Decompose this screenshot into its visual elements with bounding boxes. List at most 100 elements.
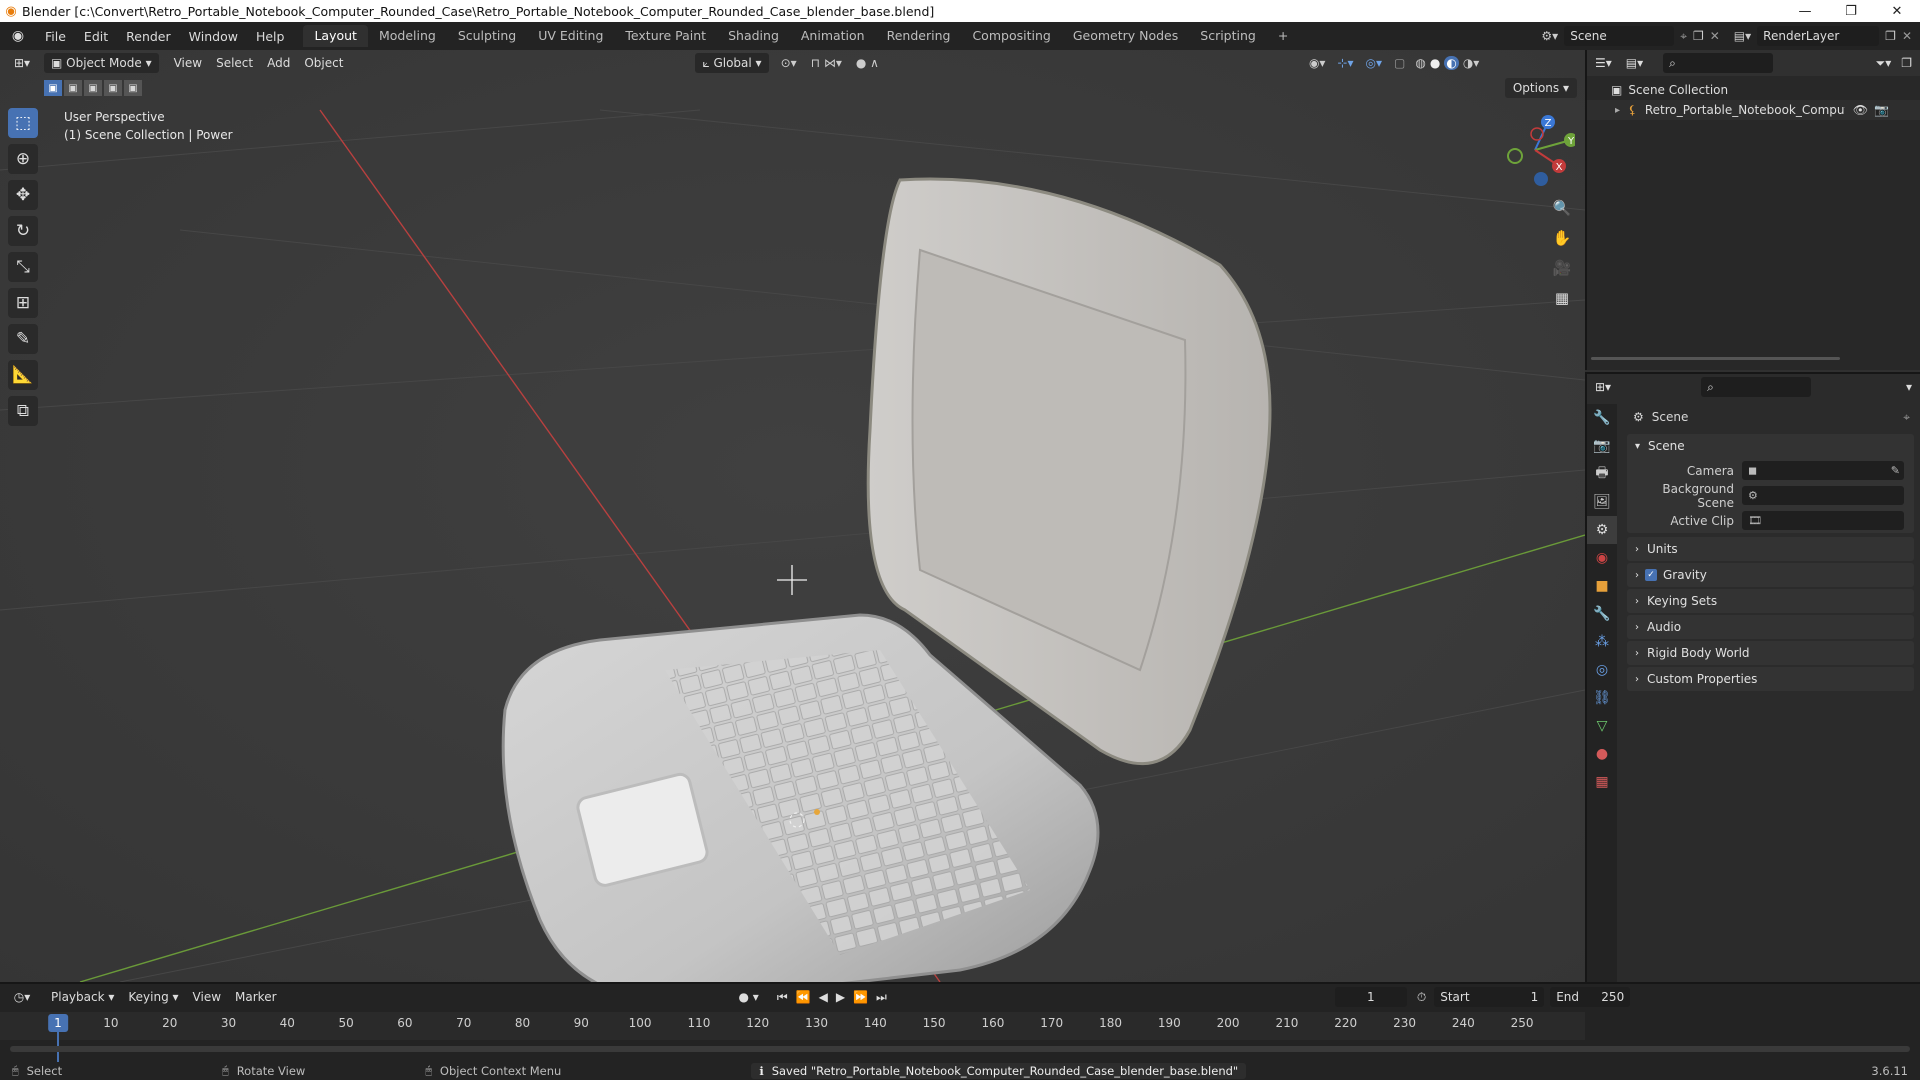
scene-selector[interactable]: Scene [1564,26,1675,46]
properties-search-input[interactable]: ⌕ [1701,377,1812,397]
display-mode-icon[interactable]: ▤▾ [1626,56,1643,70]
annotate-icon[interactable]: ✎ [8,324,38,354]
panel-scene-header[interactable]: ▾ Scene [1627,434,1914,458]
menu-keying[interactable]: Keying ▾ [121,987,185,1007]
menu-select[interactable]: Select [209,53,260,73]
panel-audio[interactable]: › Audio [1627,615,1914,639]
panel-custom-properties[interactable]: › Custom Properties [1627,667,1914,691]
constraints-tab-icon[interactable]: ⛓ [1587,684,1617,712]
select-new-icon[interactable]: ▣ [44,80,62,96]
tool-tab-icon[interactable]: 🔧 [1587,404,1617,432]
cursor-icon[interactable]: ⊕ [8,144,38,174]
menu-marker[interactable]: Marker [228,987,283,1007]
pin-icon[interactable]: ⌖ [1903,410,1910,425]
panel-keying-sets[interactable]: › Keying Sets [1627,589,1914,613]
measure-icon[interactable]: 📐 [8,360,38,390]
chevron-down-icon[interactable]: ▾ [1906,380,1912,394]
select-extend-icon[interactable]: ▣ [64,80,82,96]
snap-icon[interactable]: ⊓ ⋈▾ [811,56,842,70]
gravity-checkbox[interactable]: ✓ [1645,569,1657,581]
panel-units[interactable]: › Units [1627,537,1914,561]
select-intersect-icon[interactable]: ▣ [124,80,142,96]
gizmo-neg-z-icon[interactable] [1534,172,1548,186]
tab-modeling[interactable]: Modeling [368,25,447,47]
menu-view[interactable]: View [167,53,209,73]
mode-selector[interactable]: ▣ Object Mode ▾ [44,53,159,73]
move-icon[interactable]: ✥ [8,180,38,210]
scale-icon[interactable]: ⤡ [8,252,38,282]
background-scene-field[interactable]: ⚙ [1742,486,1904,505]
select-box-icon[interactable]: ⬚ [8,108,38,138]
grid-view-icon[interactable]: ▦ [1549,285,1575,311]
tab-sculpting[interactable]: Sculpting [447,25,527,47]
navigation-gizmo[interactable]: Z Y X [1495,110,1575,190]
orientation-selector[interactable]: ⟀ Global ▾ [695,53,769,73]
menu-object[interactable]: Object [297,53,350,73]
pin-icon[interactable]: ⌖ [1680,29,1687,44]
active-clip-field[interactable]: 🎞 [1742,511,1904,530]
camera-view-icon[interactable]: 🎥 [1549,255,1575,281]
add-cube-icon[interactable]: ⧉ [8,396,38,426]
tab-scripting[interactable]: Scripting [1189,25,1267,47]
jump-end-icon[interactable]: ⏭ [876,990,887,1005]
visibility-icon[interactable]: ◉▾ [1309,56,1326,70]
render-tab-icon[interactable]: 📷 [1587,432,1617,460]
proportional-edit-icon[interactable]: ● ∧ [856,56,879,70]
tab-geometry-nodes[interactable]: Geometry Nodes [1062,25,1189,47]
menu-render[interactable]: Render [117,29,180,44]
maximize-button[interactable]: ❐ [1828,0,1874,22]
timeline-editor-icon[interactable]: ◷▾ [0,990,44,1004]
rotate-icon[interactable]: ↻ [8,216,38,246]
outliner-search-input[interactable]: ⌕ [1663,53,1774,73]
menu-help[interactable]: Help [247,29,294,44]
delete-scene-icon[interactable]: ✕ [1710,29,1720,43]
view-layer-icon[interactable]: ▤▾ [1734,29,1751,43]
world-tab-icon[interactable]: ◉ [1587,544,1617,572]
texture-tab-icon[interactable]: ▦ [1587,768,1617,796]
eye-icon[interactable]: 👁 [1853,103,1868,117]
physics-tab-icon[interactable]: ◎ [1587,656,1617,684]
tab-animation[interactable]: Animation [790,25,876,47]
scene-tab-icon[interactable]: ⚙ [1587,516,1617,544]
blender-menu-icon[interactable]: ◉ [0,28,36,44]
timeline-scrollbar[interactable] [10,1046,1910,1052]
outliner-editor-icon[interactable]: ☰▾ [1595,56,1612,70]
outliner-item[interactable]: ▸ ⚸ Retro_Portable_Notebook_Computer_Rc … [1587,100,1920,120]
jump-keyframe-forward-icon[interactable]: ⏩ [853,990,868,1004]
new-scene-icon[interactable]: ❐ [1693,29,1704,43]
delete-view-layer-icon[interactable]: ✕ [1902,29,1912,43]
end-frame-field[interactable]: End 250 [1550,987,1631,1007]
menu-add[interactable]: Add [260,53,297,73]
tab-shading[interactable]: Shading [717,25,790,47]
outliner-scrollbar[interactable] [1591,357,1840,360]
panel-gravity[interactable]: › ✓ Gravity [1627,563,1914,587]
jump-keyframe-back-icon[interactable]: ⏪ [796,990,811,1004]
object-tab-icon[interactable]: ■ [1587,572,1617,600]
gizmo-neg-x-icon[interactable] [1530,127,1544,141]
start-frame-field[interactable]: Start 1 [1434,987,1545,1007]
add-workspace-button[interactable]: + [1267,25,1299,47]
tab-texture-paint[interactable]: Texture Paint [614,25,717,47]
tab-rendering[interactable]: Rendering [876,25,962,47]
gizmo-neg-y-icon[interactable] [1507,148,1523,164]
output-tab-icon[interactable]: 🖶 [1587,460,1617,488]
pivot-icon[interactable]: ⊙▾ [781,56,797,70]
current-frame-field[interactable]: 1 [1334,987,1407,1007]
particles-tab-icon[interactable]: ⁂ [1587,628,1617,656]
menu-playback[interactable]: Playback ▾ [44,987,121,1007]
menu-edit[interactable]: Edit [75,29,117,44]
material-tab-icon[interactable]: ● [1587,740,1617,768]
panel-rigid-body-world[interactable]: › Rigid Body World [1627,641,1914,665]
minimize-button[interactable]: — [1782,0,1828,22]
play-reverse-icon[interactable]: ◀ [819,990,828,1004]
transform-icon[interactable]: ⊞ [8,288,38,318]
zoom-icon[interactable]: 🔍 [1549,195,1575,221]
eyedropper-icon[interactable]: ✎ [1891,464,1900,477]
new-collection-icon[interactable]: ❐ [1901,56,1912,70]
render-camera-icon[interactable]: 📷 [1874,103,1889,117]
close-button[interactable]: ✕ [1874,0,1920,22]
viewport-scene[interactable] [0,50,1585,982]
xray-icon[interactable]: ▢ [1394,56,1405,70]
shading-solid-icon[interactable]: ● [1430,56,1440,70]
shading-rendered-icon[interactable]: ◑▾ [1463,56,1480,70]
